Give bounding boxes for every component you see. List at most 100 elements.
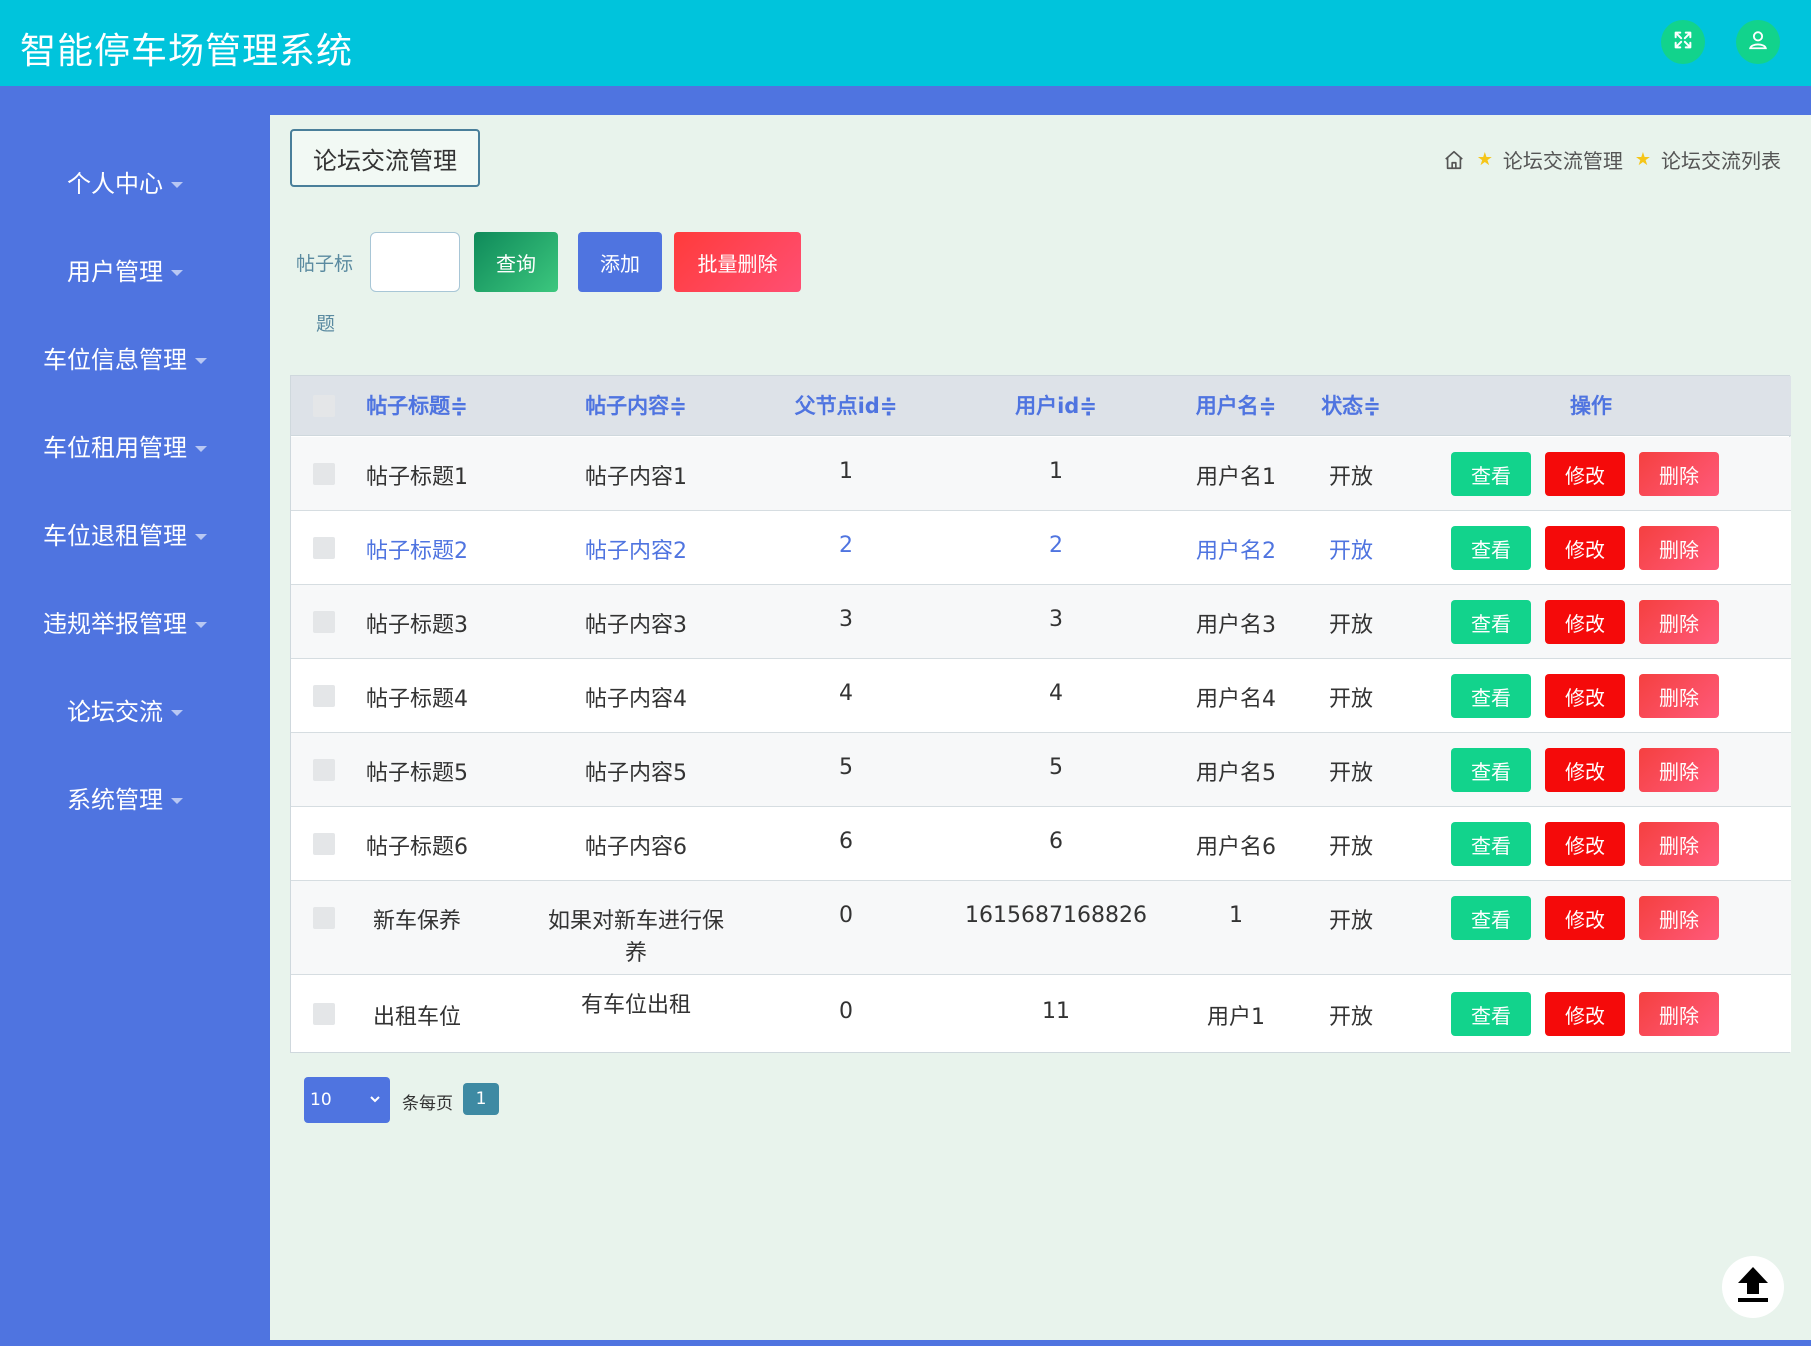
sidebar-item-label: 个人中心 (67, 170, 163, 198)
cell-status: 开放 (1328, 539, 1373, 564)
cell-title: 帖子标题3 (366, 613, 468, 638)
sidebar-item-personal-center[interactable]: 个人中心 (0, 164, 250, 199)
sidebar-item-label: 用户管理 (67, 258, 163, 286)
cell-title: 帖子标题5 (366, 761, 468, 786)
cell-title: 帖子标题6 (366, 835, 468, 860)
page-number-button[interactable]: 1 (463, 1083, 499, 1115)
column-header-content[interactable]: 帖子内容≑ (541, 376, 731, 436)
cell-parent-id: 0 (839, 903, 853, 928)
batch-delete-button[interactable]: 批量删除 (674, 232, 801, 292)
cell-user-id: 5 (1049, 755, 1063, 780)
table-row: 帖子标题5 帖子内容5 5 5 用户名5 开放 查看 修改 删除 (291, 733, 1791, 807)
view-button[interactable]: 查看 (1451, 992, 1531, 1036)
view-button[interactable]: 查看 (1451, 748, 1531, 792)
row-checkbox[interactable] (313, 907, 335, 929)
row-checkbox[interactable] (313, 1003, 335, 1025)
edit-button[interactable]: 修改 (1545, 600, 1625, 644)
sidebar-item-violation-report[interactable]: 违规举报管理 (0, 604, 250, 639)
table-row: 帖子标题4 帖子内容4 4 4 用户名4 开放 查看 修改 删除 (291, 659, 1791, 733)
cell-user-id: 1 (1049, 459, 1063, 484)
cell-status: 开放 (1328, 835, 1373, 860)
sidebar-item-label: 车位租用管理 (43, 434, 187, 462)
cell-user-id: 11 (1042, 999, 1070, 1024)
scroll-top-button[interactable] (1722, 1256, 1784, 1318)
chevron-down-icon (195, 446, 207, 452)
cell-user-id: 1615687168826 (965, 903, 1147, 928)
search-label-cont: 题 (316, 313, 336, 335)
edit-button[interactable]: 修改 (1545, 822, 1625, 866)
add-button[interactable]: 添加 (578, 232, 662, 292)
column-header-status[interactable]: 状态≑ (1291, 376, 1411, 436)
column-header-user-id[interactable]: 用户id≑ (941, 376, 1171, 436)
delete-button[interactable]: 删除 (1639, 822, 1719, 866)
cell-status: 开放 (1328, 613, 1373, 638)
sidebar-item-parking-return[interactable]: 车位退租管理 (0, 516, 250, 551)
query-button[interactable]: 查询 (474, 232, 558, 292)
cell-content: 帖子内容5 (585, 761, 687, 786)
cell-parent-id: 4 (839, 681, 853, 706)
scroll-top-icon (1731, 1263, 1775, 1311)
chevron-down-icon (195, 534, 207, 540)
cell-content: 帖子内容2 (585, 539, 687, 564)
expand-icon (1672, 29, 1694, 55)
sidebar-item-system[interactable]: 系统管理 (0, 780, 250, 815)
row-checkbox[interactable] (313, 685, 335, 707)
sidebar-item-user-management[interactable]: 用户管理 (0, 252, 250, 287)
delete-button[interactable]: 删除 (1639, 992, 1719, 1036)
edit-button[interactable]: 修改 (1545, 748, 1625, 792)
user-button[interactable] (1736, 20, 1780, 64)
delete-button[interactable]: 删除 (1639, 674, 1719, 718)
view-button[interactable]: 查看 (1451, 526, 1531, 570)
delete-button[interactable]: 删除 (1639, 896, 1719, 940)
row-checkbox[interactable] (313, 833, 335, 855)
edit-button[interactable]: 修改 (1545, 452, 1625, 496)
cell-content: 有车位出租 (580, 993, 691, 1018)
column-header-username[interactable]: 用户名≑ (1171, 376, 1301, 436)
row-checkbox[interactable] (313, 463, 335, 485)
chevron-down-icon (171, 182, 183, 188)
row-checkbox[interactable] (313, 537, 335, 559)
delete-button[interactable]: 删除 (1639, 452, 1719, 496)
forum-table: 帖子标题≑ 帖子内容≑ 父节点id≑ 用户id≑ 用户名≑ 状态≑ 操作 帖子标… (290, 375, 1791, 1053)
sidebar-item-parking-rental[interactable]: 车位租用管理 (0, 428, 250, 463)
cell-status: 开放 (1328, 687, 1373, 712)
view-button[interactable]: 查看 (1451, 822, 1531, 866)
page-size-select[interactable]: 10 (304, 1077, 390, 1123)
select-all-checkbox[interactable] (313, 395, 335, 417)
delete-button[interactable]: 删除 (1639, 748, 1719, 792)
home-icon[interactable] (1443, 149, 1465, 171)
chevron-down-icon (368, 1091, 382, 1111)
chevron-down-icon (171, 798, 183, 804)
breadcrumb-item: 论坛交流列表 (1661, 149, 1781, 173)
row-checkbox[interactable] (313, 611, 335, 633)
page-title: 论坛交流管理 (290, 129, 480, 187)
per-page-label: 条每页 (402, 1094, 453, 1114)
table-row: 帖子标题6 帖子内容6 6 6 用户名6 开放 查看 修改 删除 (291, 807, 1791, 881)
column-header-actions: 操作 (1570, 394, 1612, 418)
column-header-title[interactable]: 帖子标题≑ (357, 376, 477, 436)
cell-title: 出租车位 (372, 1005, 461, 1030)
sidebar-item-label: 系统管理 (67, 786, 163, 814)
post-title-search-input[interactable] (370, 232, 460, 292)
cell-parent-id: 1 (839, 459, 853, 484)
row-checkbox[interactable] (313, 759, 335, 781)
view-button[interactable]: 查看 (1451, 600, 1531, 644)
fullscreen-button[interactable] (1661, 20, 1705, 64)
delete-button[interactable]: 删除 (1639, 526, 1719, 570)
view-button[interactable]: 查看 (1451, 452, 1531, 496)
delete-button[interactable]: 删除 (1639, 600, 1719, 644)
edit-button[interactable]: 修改 (1545, 896, 1625, 940)
table-row: 帖子标题1 帖子内容1 1 1 用户名1 开放 查看 修改 删除 (291, 437, 1791, 511)
view-button[interactable]: 查看 (1451, 896, 1531, 940)
sidebar-item-parking-info[interactable]: 车位信息管理 (0, 340, 250, 375)
breadcrumb: ★ 论坛交流管理 ★ 论坛交流列表 (1443, 145, 1781, 174)
sidebar-item-forum[interactable]: 论坛交流 (0, 692, 250, 727)
cell-username: 用户名4 (1196, 687, 1276, 712)
edit-button[interactable]: 修改 (1545, 526, 1625, 570)
cell-parent-id: 2 (839, 533, 853, 558)
column-header-parent-id[interactable]: 父节点id≑ (781, 376, 911, 436)
edit-button[interactable]: 修改 (1545, 674, 1625, 718)
view-button[interactable]: 查看 (1451, 674, 1531, 718)
breadcrumb-item[interactable]: 论坛交流管理 (1503, 145, 1623, 174)
edit-button[interactable]: 修改 (1545, 992, 1625, 1036)
